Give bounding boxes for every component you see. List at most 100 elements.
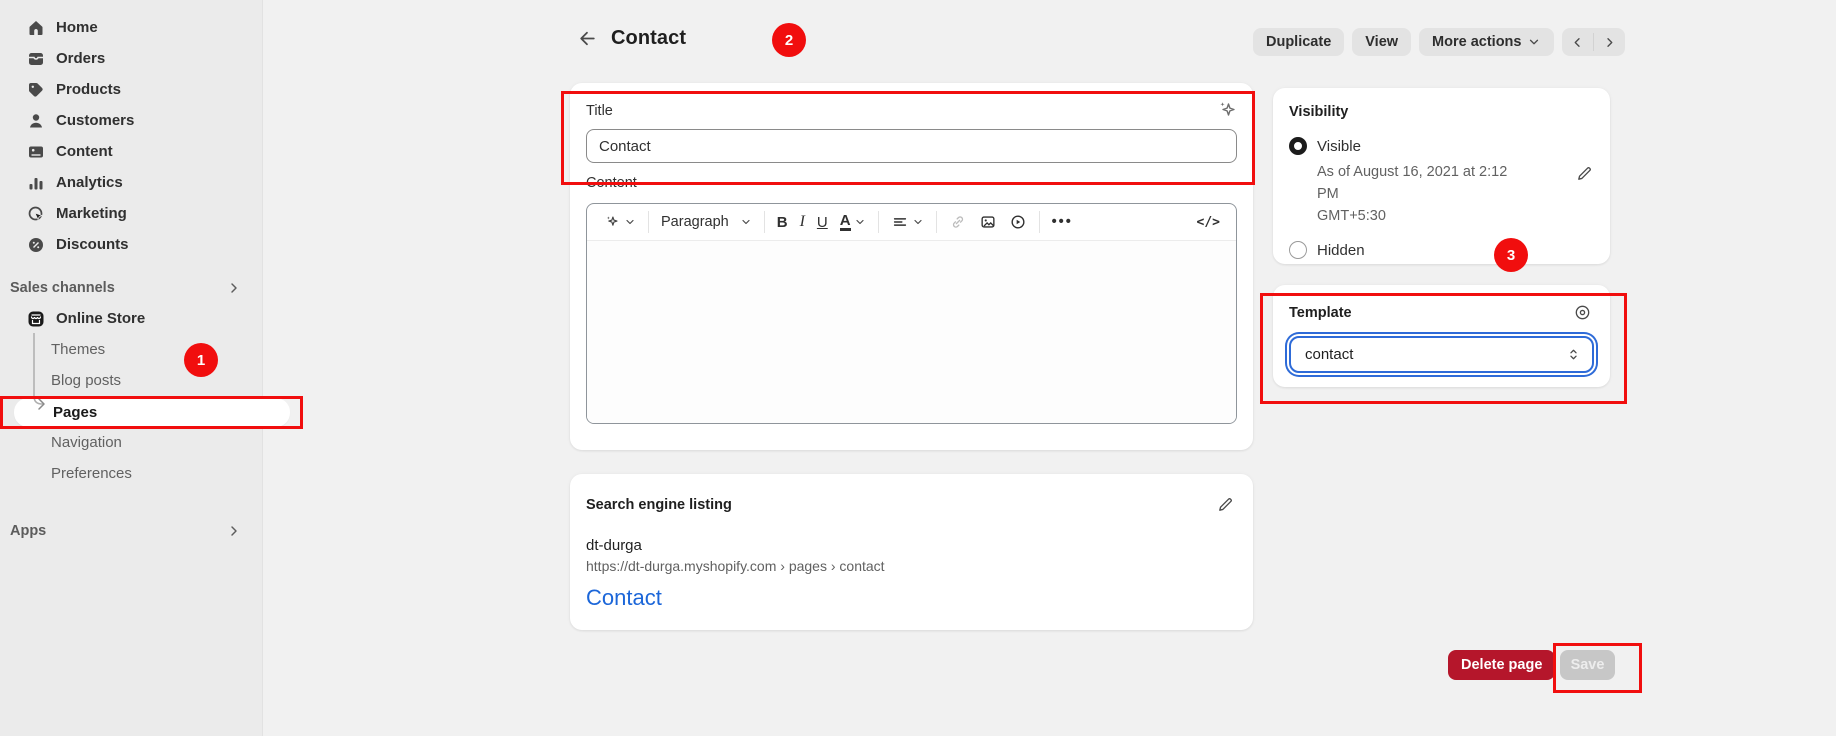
sidebar-item-marketing[interactable]: Marketing bbox=[0, 198, 262, 229]
save-button[interactable]: Save bbox=[1560, 650, 1615, 680]
previous-page-button[interactable] bbox=[1562, 28, 1593, 56]
italic-button[interactable]: I bbox=[794, 208, 811, 236]
pencil-edit-icon bbox=[1216, 495, 1235, 514]
sidebar-item-preferences[interactable]: Preferences bbox=[0, 458, 262, 489]
duplicate-button[interactable]: Duplicate bbox=[1253, 28, 1344, 56]
sidebar-section-apps[interactable]: Apps bbox=[0, 515, 262, 546]
sidebar-item-label: Themes bbox=[51, 341, 105, 358]
paragraph-style-dropdown[interactable]: Paragraph bbox=[655, 208, 758, 236]
sidebar-item-blog-posts[interactable]: Blog posts bbox=[0, 365, 262, 396]
sidebar-item-orders[interactable]: Orders bbox=[0, 43, 262, 74]
updown-select-icon bbox=[1565, 346, 1582, 363]
underline-button[interactable]: U bbox=[811, 208, 834, 236]
sidebar-item-label: Customers bbox=[56, 112, 134, 129]
edit-seo-button[interactable] bbox=[1214, 493, 1237, 516]
view-eye-icon bbox=[1573, 303, 1592, 322]
visibility-card: Visibility Visible As of August 16, 2021… bbox=[1273, 88, 1610, 264]
seo-site-name: dt-durga bbox=[586, 537, 1237, 554]
sidebar-item-label: Discounts bbox=[56, 236, 129, 253]
sidebar-item-label: Online Store bbox=[56, 310, 145, 327]
video-play-icon bbox=[1009, 213, 1027, 231]
edit-visibility-button[interactable] bbox=[1573, 162, 1596, 185]
delete-page-button[interactable]: Delete page bbox=[1448, 650, 1555, 680]
visibility-hidden-option[interactable]: Hidden bbox=[1289, 241, 1594, 259]
insert-image-button[interactable] bbox=[973, 208, 1003, 236]
insert-link-button[interactable] bbox=[943, 208, 973, 236]
sidebar-item-label: Preferences bbox=[51, 465, 132, 482]
sidebar-item-label: Analytics bbox=[56, 174, 123, 191]
schedule-timezone: GMT+5:30 bbox=[1317, 205, 1527, 227]
sidebar-item-content[interactable]: Content bbox=[0, 136, 262, 167]
pencil-edit-icon bbox=[1575, 164, 1594, 183]
sidebar-item-customers[interactable]: Customers bbox=[0, 105, 262, 136]
visibility-visible-option[interactable]: Visible bbox=[1289, 137, 1594, 155]
sidebar-item-pages-active[interactable]: Pages bbox=[14, 398, 290, 427]
sidebar-item-online-store[interactable]: Online Store bbox=[0, 303, 262, 334]
template-select[interactable]: contact bbox=[1289, 336, 1594, 373]
divider bbox=[648, 211, 649, 233]
seo-heading: Search engine listing bbox=[586, 497, 732, 513]
content-editor-body[interactable] bbox=[587, 241, 1236, 424]
link-icon bbox=[949, 213, 967, 231]
editor-toolbar: Paragraph B I U A bbox=[587, 204, 1236, 241]
content-field-label: Content bbox=[586, 175, 1237, 193]
chevron-left-icon bbox=[1570, 35, 1585, 50]
sidebar-item-label: Blog posts bbox=[51, 372, 121, 389]
ai-sparkle-icon[interactable] bbox=[1215, 98, 1239, 122]
apps-label: Apps bbox=[10, 523, 46, 539]
sidebar-item-home[interactable]: Home bbox=[0, 12, 262, 43]
chevron-down-icon bbox=[624, 216, 636, 228]
sidebar-item-label: Products bbox=[56, 81, 121, 98]
sidebar-item-products[interactable]: Products bbox=[0, 74, 262, 105]
editor-ai-button[interactable] bbox=[597, 208, 642, 236]
seo-page-link[interactable]: Contact bbox=[586, 585, 662, 611]
divider bbox=[764, 211, 765, 233]
template-heading: Template bbox=[1289, 305, 1352, 321]
sidebar-item-label: Pages bbox=[53, 404, 97, 421]
chevron-down-icon bbox=[854, 216, 866, 228]
more-formatting-button[interactable]: ••• bbox=[1046, 208, 1079, 236]
sidebar-item-navigation[interactable]: Navigation bbox=[0, 427, 262, 458]
bold-button[interactable]: B bbox=[771, 208, 794, 236]
search-engine-listing-card: Search engine listing dt-durga https://d… bbox=[570, 474, 1253, 630]
insert-video-button[interactable] bbox=[1003, 208, 1033, 236]
title-input[interactable] bbox=[586, 129, 1237, 163]
image-icon bbox=[979, 213, 997, 231]
sidebar-item-label: Navigation bbox=[51, 434, 122, 451]
home-icon bbox=[26, 18, 46, 38]
analytics-icon bbox=[26, 173, 46, 193]
sidebar-item-themes[interactable]: Themes bbox=[0, 334, 262, 365]
sidebar-section-sales-channels[interactable]: Sales channels bbox=[0, 272, 262, 303]
sidebar-item-label: Marketing bbox=[56, 205, 127, 222]
page-title: Contact bbox=[611, 27, 686, 50]
rich-text-editor: Paragraph B I U A bbox=[586, 203, 1237, 424]
title-field-label: Title bbox=[586, 103, 1237, 121]
chevron-down-icon bbox=[912, 216, 924, 228]
alignment-button[interactable] bbox=[885, 208, 930, 236]
view-button[interactable]: View bbox=[1352, 28, 1411, 56]
chevron-right-icon bbox=[226, 280, 242, 296]
sparkle-ai-icon bbox=[603, 213, 621, 231]
next-page-button[interactable] bbox=[1594, 28, 1625, 56]
customers-icon bbox=[26, 111, 46, 131]
back-button[interactable] bbox=[575, 26, 599, 50]
more-actions-button[interactable]: More actions bbox=[1419, 28, 1554, 56]
code-view-button[interactable]: </> bbox=[1191, 208, 1226, 236]
paragraph-label: Paragraph bbox=[661, 214, 729, 230]
orders-icon bbox=[26, 49, 46, 69]
online-store-icon bbox=[26, 309, 46, 329]
sidebar-item-label: Home bbox=[56, 19, 98, 36]
sidebar-item-discounts[interactable]: Discounts bbox=[0, 229, 262, 260]
align-icon bbox=[891, 213, 909, 231]
seo-url-breadcrumb: https://dt-durga.myshopify.com › pages ›… bbox=[586, 558, 1237, 574]
chevron-right-icon bbox=[226, 523, 242, 539]
visible-label: Visible bbox=[1317, 138, 1361, 155]
more-actions-label: More actions bbox=[1432, 34, 1521, 50]
hidden-label: Hidden bbox=[1317, 242, 1365, 259]
products-icon bbox=[26, 80, 46, 100]
text-color-button[interactable]: A bbox=[834, 208, 872, 236]
annotation-step-2: 2 bbox=[772, 23, 806, 57]
preview-template-button[interactable] bbox=[1571, 301, 1594, 324]
chevron-right-icon bbox=[1602, 35, 1617, 50]
sidebar-item-analytics[interactable]: Analytics bbox=[0, 167, 262, 198]
